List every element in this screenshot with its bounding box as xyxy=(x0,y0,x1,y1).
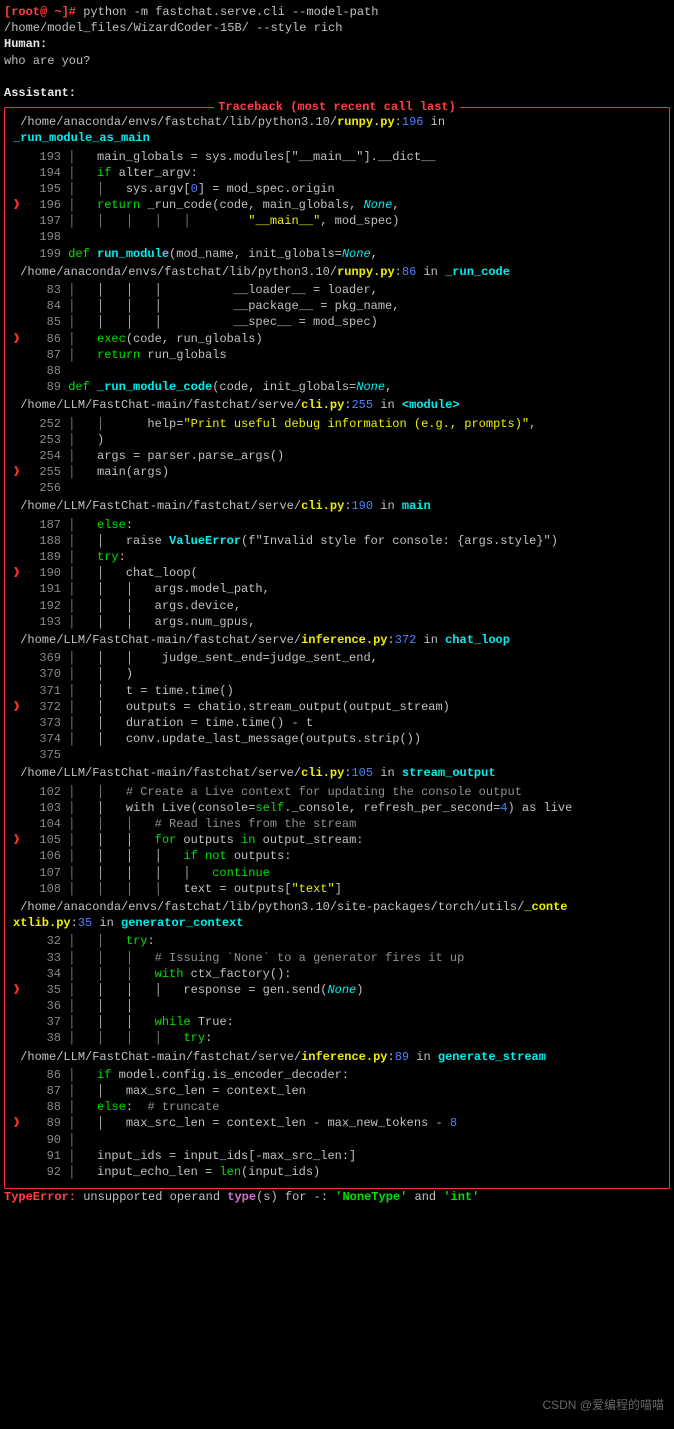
human-input: who are you? xyxy=(4,53,670,69)
frame-location-7: /home/anaconda/envs/fastchat/lib/python3… xyxy=(13,899,661,931)
frame-location-3: /home/LLM/FastChat-main/fastchat/serve/c… xyxy=(13,397,661,413)
frame-location-1: /home/anaconda/envs/fastchat/lib/python3… xyxy=(13,114,661,146)
current-line-marker: ❱ xyxy=(13,197,25,213)
code-block-2: 83 │ │ │ │ __loader__ = loader, 84 │ │ │… xyxy=(13,282,661,395)
code-block-7: 32 │ │ try: 33 │ │ │ # Issuing `None` to… xyxy=(13,933,661,1046)
traceback-title: Traceback (most recent call last) xyxy=(214,99,460,115)
frame-location-5: /home/LLM/FastChat-main/fastchat/serve/i… xyxy=(13,632,661,648)
human-label: Human: xyxy=(4,36,670,52)
frame-location-6: /home/LLM/FastChat-main/fastchat/serve/c… xyxy=(13,765,661,781)
terminal[interactable]: [root@ ~]# python -m fastchat.serve.cli … xyxy=(4,4,670,1205)
error-line: TypeError: unsupported operand type(s) f… xyxy=(4,1189,670,1205)
code-block-8: 86 │ if model.config.is_encoder_decoder:… xyxy=(13,1067,661,1180)
frame-location-2: /home/anaconda/envs/fastchat/lib/python3… xyxy=(13,264,661,280)
frame-location-4: /home/LLM/FastChat-main/fastchat/serve/c… xyxy=(13,498,661,514)
traceback-frame: Traceback (most recent call last) /home/… xyxy=(4,107,670,1189)
code-block-3: 252 │ │ help="Print useful debug informa… xyxy=(13,416,661,497)
code-block-5: 369 │ │ │ judge_sent_end=judge_sent_end,… xyxy=(13,650,661,763)
code-block-6: 102 │ │ # Create a Live context for upda… xyxy=(13,784,661,897)
code-block-1: 193 │ main_globals = sys.modules["__main… xyxy=(13,149,661,262)
watermark: CSDN @爱编程的喵喵 xyxy=(542,1397,664,1413)
command-line: [root@ ~]# python -m fastchat.serve.cli … xyxy=(4,4,670,36)
frame-location-8: /home/LLM/FastChat-main/fastchat/serve/i… xyxy=(13,1049,661,1065)
code-block-4: 187 │ else: 188 │ │ raise ValueError(f"I… xyxy=(13,517,661,630)
